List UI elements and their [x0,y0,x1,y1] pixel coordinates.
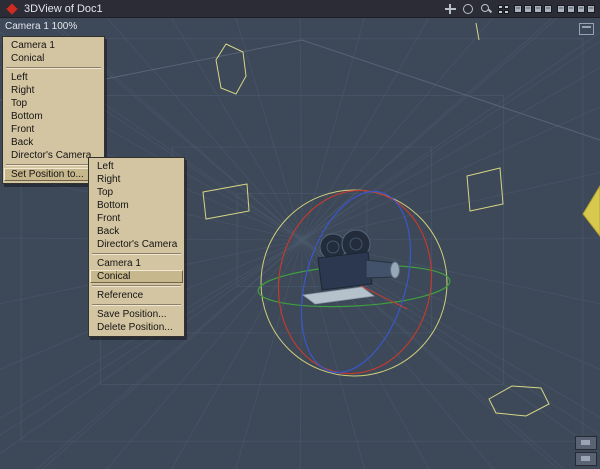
submenu-item-right[interactable]: Right [90,173,183,186]
view-layout-button[interactable] [577,4,585,13]
menu-item-back[interactable]: Back [4,136,103,149]
camera-label[interactable]: Camera 1 100% [5,21,77,32]
submenu-item-directors-camera[interactable]: Director's Camera [90,238,183,251]
viewport-corner-button-top[interactable] [575,436,597,450]
menu-item-conical[interactable]: Conical [4,52,103,65]
submenu-item-conical[interactable]: Conical [90,270,184,283]
camera-lens-cap [390,261,400,279]
view-layout-button[interactable] [567,4,575,13]
submenu-item-left[interactable]: Left [90,160,183,173]
menu-item-bottom[interactable]: Bottom [4,110,103,123]
pan-view-icon[interactable] [444,3,457,14]
menu-item-left[interactable]: Left [4,71,103,84]
submenu-item-reference[interactable]: Reference [90,289,183,302]
submenu-item-save-position[interactable]: Save Position... [90,308,183,321]
wireframe-crystal [215,43,247,95]
app-diamond-icon [6,2,18,15]
view-layout-buttons-group-2 [557,4,595,13]
view-layout-button[interactable] [524,4,532,13]
camera-body [317,251,373,291]
menu-item-label: Set Position to... [11,169,84,180]
viewport-corner-controls [575,436,597,466]
view-layout-button[interactable] [534,4,542,13]
viewport-options-icon[interactable] [579,23,594,35]
menu-separator [92,304,182,306]
submenu-item-back[interactable]: Back [90,225,183,238]
layout-grid-icon[interactable] [498,4,509,14]
set-position-submenu: Left Right Top Bottom Front Back Directo… [88,157,186,337]
window-title: 3DView of Doc1 [24,2,103,15]
titlebar-toolbar [444,3,595,14]
view-layout-button[interactable] [514,4,522,13]
orbit-view-icon[interactable] [462,3,475,14]
view-layout-buttons-group-1 [514,4,552,13]
menu-item-top[interactable]: Top [4,97,103,110]
titlebar: 3DView of Doc1 [0,0,600,18]
menu-separator [92,253,182,255]
menu-item-front[interactable]: Front [4,123,103,136]
cone-object [582,185,600,237]
camera-base-plate [301,286,376,305]
view-layout-button[interactable] [544,4,552,13]
wireframe-panel-right [466,167,504,212]
menu-item-right[interactable]: Right [4,84,103,97]
submenu-item-front[interactable]: Front [90,212,183,225]
camera-lens [365,259,395,279]
view-layout-button[interactable] [587,4,595,13]
viewport-corner-button-bottom[interactable] [575,452,597,466]
submenu-item-delete-position[interactable]: Delete Position... [90,321,183,334]
submenu-item-bottom[interactable]: Bottom [90,199,183,212]
3d-view-window: 3DView of Doc1 Camera 1 100% Camera 1 Co… [0,0,600,469]
menu-separator [92,285,182,287]
submenu-item-top[interactable]: Top [90,186,183,199]
menu-item-camera-1[interactable]: Camera 1 [4,39,103,52]
submenu-item-camera-1[interactable]: Camera 1 [90,257,183,270]
zoom-view-icon[interactable] [480,3,493,14]
menu-separator [6,164,101,166]
menu-separator [6,67,101,69]
view-layout-button[interactable] [557,4,565,13]
